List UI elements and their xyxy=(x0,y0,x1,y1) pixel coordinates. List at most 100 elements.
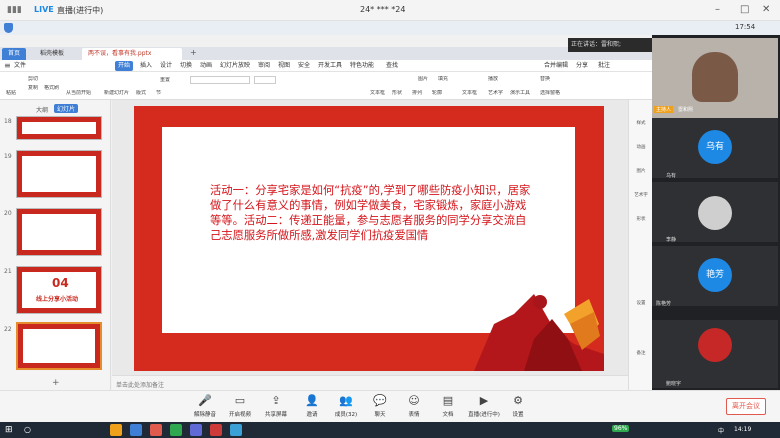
participant-tile[interactable]: 艳芳 陈艳芳 xyxy=(652,246,778,307)
settings-tool[interactable]: 设置 xyxy=(631,300,651,306)
shape-tool[interactable]: 形状 xyxy=(631,216,651,222)
settings-label: 设置 xyxy=(512,412,524,418)
live-status: 直播(进行中) xyxy=(57,6,104,15)
menu-features[interactable]: 特色功能 xyxy=(350,61,374,71)
from-current-button[interactable]: 从当前开始 xyxy=(66,90,91,97)
menu-animation[interactable]: 动画 xyxy=(200,61,212,71)
start-video-button[interactable]: ▭ 开启视频 xyxy=(220,394,260,418)
merge-edit-button[interactable]: 合并编辑 xyxy=(544,61,568,71)
picture-button[interactable]: 图片 xyxy=(418,76,428,83)
paste-button[interactable]: 粘贴 xyxy=(6,90,16,97)
slide-thumbnail-selected[interactable] xyxy=(16,322,102,370)
style-tool[interactable]: 样式 xyxy=(631,120,651,126)
art-text-button[interactable]: 艺术字 xyxy=(488,90,503,97)
tab-templates[interactable]: 稻壳模板 xyxy=(34,48,70,60)
add-tab-icon[interactable]: + xyxy=(190,48,197,57)
animation-tool[interactable]: 动画 xyxy=(631,144,651,150)
tab-home[interactable]: 首页 xyxy=(2,48,27,60)
menu-file[interactable]: 文件 xyxy=(14,61,26,71)
fill-button[interactable]: 填充 xyxy=(438,76,448,83)
picture-tool[interactable]: 图片 xyxy=(631,168,651,174)
slide-thumbnail[interactable] xyxy=(16,208,102,256)
arrange-button[interactable]: 排列 xyxy=(412,90,422,97)
section-button[interactable]: 节 xyxy=(156,90,161,97)
menu-view[interactable]: 视图 xyxy=(278,61,290,71)
textbox2-button[interactable]: 文本框 xyxy=(462,90,477,97)
leave-meeting-button[interactable]: 离开会议 xyxy=(726,398,766,415)
app-icon[interactable] xyxy=(210,424,222,436)
app-icon[interactable] xyxy=(110,424,122,436)
outline-tab[interactable]: 大纲 xyxy=(36,105,48,114)
minimize-icon[interactable]: – xyxy=(715,4,720,16)
share-screen-button[interactable]: ⇪ 共享屏幕 xyxy=(256,394,296,418)
menu-transition[interactable]: 切换 xyxy=(180,61,192,71)
host-video[interactable]: 主持人 雷和熙 xyxy=(652,38,778,118)
menu-design[interactable]: 设计 xyxy=(160,61,172,71)
menu-review[interactable]: 审阅 xyxy=(258,61,270,71)
app-icon[interactable] xyxy=(130,424,142,436)
search-icon[interactable]: ○ xyxy=(24,425,31,434)
notes-pane[interactable]: 单击此处添加备注 xyxy=(112,375,628,390)
hamburger-icon[interactable]: ≡ xyxy=(4,61,11,70)
presentation-tools-button[interactable]: 演示工具 xyxy=(510,90,530,97)
slide-decoration-graphic xyxy=(474,294,604,371)
notes-tool[interactable]: 备注 xyxy=(631,350,651,356)
live-badge: LIVE xyxy=(34,5,54,14)
unmute-button[interactable]: 🎤 解除静音 xyxy=(185,394,225,418)
layout-button[interactable]: 版式 xyxy=(136,90,146,97)
signal-icon: ▮▮▮ xyxy=(7,5,22,15)
menu-home[interactable]: 开始 xyxy=(115,61,134,71)
maximize-icon[interactable]: □ xyxy=(740,4,749,16)
slide-body-text[interactable]: 活动一：分享宅家是如何“抗疫”的,学到了哪些防疫小知识，居家做了什么有意义的事情… xyxy=(210,183,535,243)
shape-button[interactable]: 形状 xyxy=(392,90,402,97)
document-tabs: 首页 稻壳模板 两不误，看事有我.pptx + xyxy=(0,47,652,60)
taskbar-clock[interactable]: 14:19 xyxy=(734,426,751,433)
input-language[interactable]: 中 xyxy=(718,426,724,435)
participant-tile[interactable]: 李静 xyxy=(652,182,778,243)
cat-avatar-icon xyxy=(698,328,732,362)
slide-thumbnail[interactable] xyxy=(16,116,102,140)
window-title: 24* *** *24 xyxy=(360,5,406,14)
slide-thumbnail[interactable] xyxy=(16,150,102,198)
thumb-big-number: 04 xyxy=(52,276,69,290)
menu-slideshow[interactable]: 幻灯片放映 xyxy=(220,61,250,71)
add-slide-icon[interactable]: + xyxy=(52,378,60,388)
reset-button[interactable]: 重置 xyxy=(160,77,170,84)
app-icon[interactable] xyxy=(170,424,182,436)
slide-thumbnail[interactable]: 04 线上分享小活动 xyxy=(16,266,102,314)
participant-name: 李静 xyxy=(666,237,677,243)
tab-document[interactable]: 两不误，看事有我.pptx xyxy=(82,48,182,60)
menu-insert[interactable]: 插入 xyxy=(140,61,152,71)
emoji-icon: ☺ xyxy=(408,394,420,407)
copy-button[interactable]: 复制 xyxy=(28,85,38,92)
host-name: 雷和熙 xyxy=(678,107,694,113)
menu-developer[interactable]: 开发工具 xyxy=(318,61,342,71)
app-icon[interactable] xyxy=(150,424,162,436)
format-painter-button[interactable]: 格式刷 xyxy=(44,85,59,92)
close-icon[interactable]: ✕ xyxy=(762,4,770,16)
comment-button[interactable]: 批注 xyxy=(598,61,610,71)
participant-tile[interactable]: 鲍晓宇 xyxy=(652,320,778,388)
replace-button[interactable]: 替换 xyxy=(540,76,550,83)
menu-security[interactable]: 安全 xyxy=(298,61,310,71)
font-size-select[interactable] xyxy=(254,76,276,84)
menu-search[interactable]: 查找 xyxy=(386,61,398,71)
windows-start-icon[interactable]: ⊞ xyxy=(5,425,13,435)
textbox-button[interactable]: 文本框 xyxy=(370,90,385,97)
right-tool-bar: 样式 动画 图片 艺术字 形状 设置 备注 xyxy=(628,100,652,390)
outline-button[interactable]: 轮廓 xyxy=(432,90,442,97)
settings-button[interactable]: ⚙ 设置 xyxy=(498,394,538,418)
art-text-tool[interactable]: 艺术字 xyxy=(631,192,651,198)
font-select[interactable] xyxy=(190,76,250,84)
select-pane-button[interactable]: 选择窗格 xyxy=(540,90,560,97)
app-icon[interactable] xyxy=(230,424,242,436)
slides-tab[interactable]: 幻灯片 xyxy=(54,104,79,113)
participant-tile[interactable]: 乌有 乌有 xyxy=(652,118,778,179)
cut-button[interactable]: 剪切 xyxy=(28,76,38,83)
play-button[interactable]: 播放 xyxy=(488,76,498,83)
new-slide-button[interactable]: 新建幻灯片 xyxy=(104,90,129,97)
thumb-caption: 线上分享小活动 xyxy=(36,296,79,303)
participant-name: 乌有 xyxy=(666,173,677,179)
app-icon[interactable] xyxy=(190,424,202,436)
share-button[interactable]: 分享 xyxy=(576,61,588,71)
